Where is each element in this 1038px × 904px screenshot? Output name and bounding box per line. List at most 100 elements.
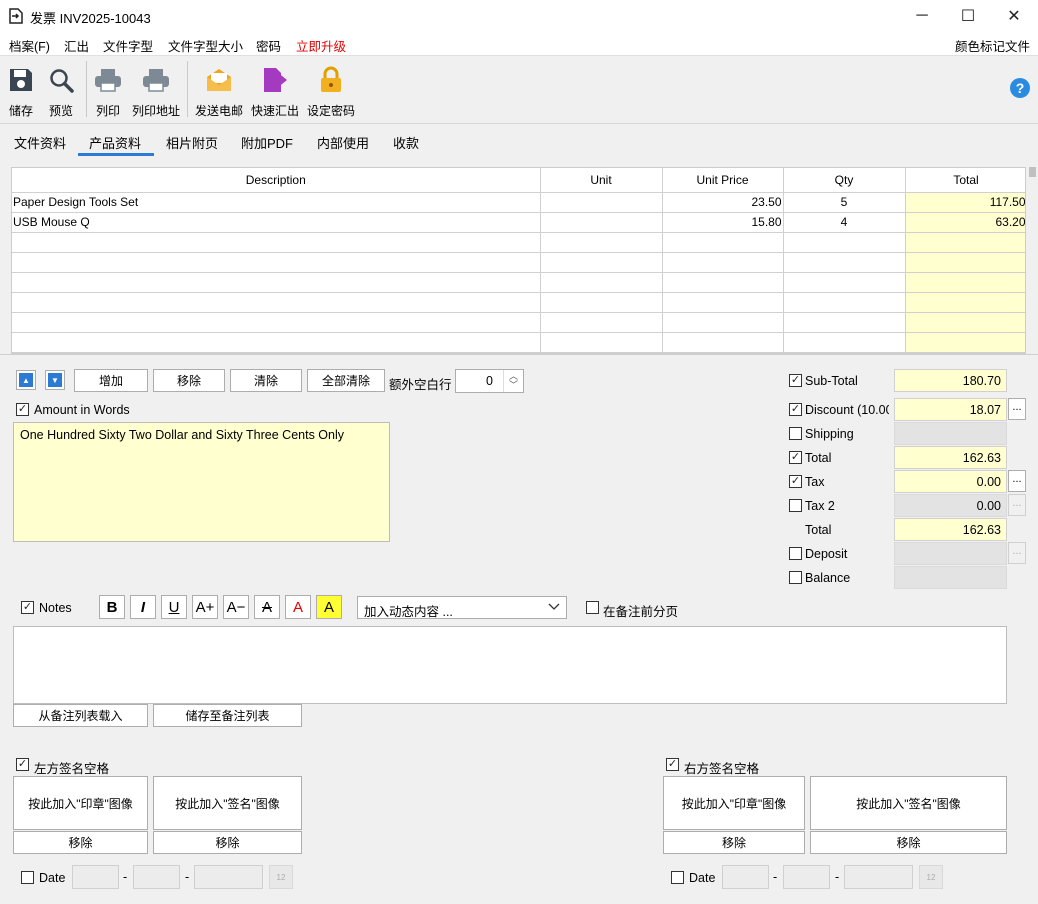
notes-editor[interactable] [13,626,1007,704]
font-color-button[interactable]: A [285,595,311,619]
tax2-options-button[interactable]: ... [1008,494,1026,516]
menu-color-tag[interactable]: 颜色标记文件 [955,36,1030,55]
cell-unit-price[interactable]: 23.50 [662,192,784,213]
underline-button[interactable]: U [161,595,187,619]
cell-unit[interactable] [540,252,663,273]
discount-options-button[interactable]: ... [1008,398,1026,420]
strikethrough-button[interactable]: A [254,595,280,619]
tab-internal[interactable]: 内部使用 [317,133,369,152]
cell-description[interactable] [12,252,541,273]
move-down-button[interactable]: ▼ [45,370,65,390]
spinner-down-icon[interactable]: ﹀ [504,381,523,390]
right-signature-image-button[interactable]: 按此加入"签名"图像 [810,776,1007,830]
dynamic-content-dropdown[interactable]: 加入动态内容 ... [357,596,567,619]
cell-unit-price[interactable] [662,232,784,253]
tab-photos[interactable]: 相片附页 [166,133,218,152]
balance-checkbox[interactable] [789,571,802,584]
menu-upgrade[interactable]: 立即升级 [296,36,346,55]
cell-description[interactable]: USB Mouse Q [12,212,541,233]
cell-qty[interactable]: 5 [783,192,906,213]
cell-unit[interactable] [540,312,663,333]
subtotal-field[interactable]: 180.70 [894,369,1007,392]
right-date-month[interactable] [783,865,830,889]
shipping-field[interactable] [894,422,1007,445]
spinner-arrows[interactable]: ︿ ﹀ [503,370,523,392]
cell-total[interactable] [905,232,1025,253]
remove-row-button[interactable]: 移除 [153,369,225,392]
cell-unit-price[interactable] [662,272,784,293]
deposit-checkbox[interactable] [789,547,802,560]
cell-total[interactable]: 63.20 [905,212,1025,233]
menu-font[interactable]: 文件字型 [103,36,153,55]
table-row[interactable] [12,292,1025,313]
left-date-year[interactable] [194,865,263,889]
cell-qty[interactable] [783,272,906,293]
cell-unit[interactable] [540,332,663,353]
left-stamp-image-button[interactable]: 按此加入"印章"图像 [13,776,148,830]
move-up-button[interactable]: ▲ [16,370,36,390]
page-break-checkbox[interactable] [586,601,599,614]
total-field[interactable]: 162.63 [894,446,1007,469]
amount-in-words-text[interactable]: One Hundred Sixty Two Dollar and Sixty T… [13,422,390,542]
right-date-year[interactable] [844,865,913,889]
add-row-button[interactable]: 增加 [74,369,148,392]
cell-unit-price[interactable] [662,332,784,353]
right-date-day[interactable] [722,865,769,889]
cell-unit-price[interactable] [662,252,784,273]
col-header-description[interactable]: Description [12,168,541,193]
menu-file[interactable]: 档案(F) [9,36,50,55]
cell-description[interactable]: Paper Design Tools Set [12,192,541,213]
send-email-button[interactable]: 发送电邮 [193,61,245,121]
cell-description[interactable] [12,312,541,333]
product-grid[interactable]: Description Unit Unit Price Qty Total Pa… [11,167,1026,354]
quick-export-button[interactable]: 快速汇出 [249,61,301,121]
font-bigger-button[interactable]: A+ [192,595,218,619]
tab-payments[interactable]: 收款 [393,133,419,152]
left-date-checkbox[interactable] [21,871,34,884]
cell-qty[interactable] [783,232,906,253]
close-button[interactable]: ✕ [991,0,1037,31]
cell-description[interactable] [12,272,541,293]
left-signature-image-button[interactable]: 按此加入"签名"图像 [153,776,302,830]
cell-unit-price[interactable]: 15.80 [662,212,784,233]
cell-total[interactable] [905,252,1025,273]
deposit-field[interactable] [894,542,1007,565]
highlight-button[interactable]: A [316,595,342,619]
cell-qty[interactable] [783,312,906,333]
left-date-month[interactable] [133,865,180,889]
menu-export[interactable]: 汇出 [64,36,89,55]
tab-products[interactable]: 产品资料 [89,133,141,152]
left-stamp-remove-button[interactable]: 移除 [13,831,148,854]
print-address-button[interactable]: 列印地址 [130,61,182,121]
table-row[interactable] [12,312,1025,333]
table-row[interactable] [12,272,1025,293]
grand-total-field[interactable]: 162.63 [894,518,1007,541]
cell-description[interactable] [12,292,541,313]
preview-button[interactable]: 预览 [44,61,78,121]
extra-blank-rows-spinner[interactable]: 0 ︿ ﹀ [455,369,524,393]
right-stamp-image-button[interactable]: 按此加入"印章"图像 [663,776,805,830]
cell-unit[interactable] [540,292,663,313]
bold-button[interactable]: B [99,595,125,619]
cell-total[interactable] [905,292,1025,313]
cell-total[interactable]: 117.50 [905,192,1025,213]
save-notes-button[interactable]: 储存至备注列表 [153,704,302,727]
table-row[interactable]: Paper Design Tools Set 23.50 5 117.50 [12,192,1025,213]
font-smaller-button[interactable]: A− [223,595,249,619]
tax-checkbox[interactable]: ✓ [789,475,802,488]
cell-qty[interactable] [783,292,906,313]
table-row[interactable] [12,252,1025,273]
scrollbar-thumb[interactable] [1029,167,1036,177]
save-button[interactable]: 储存 [4,61,38,121]
tax2-field[interactable]: 0.00 [894,494,1007,517]
cell-unit-price[interactable] [662,312,784,333]
right-signature-checkbox[interactable]: ✓ [666,758,679,771]
cell-description[interactable] [12,232,541,253]
cell-unit[interactable] [540,192,663,213]
col-header-unit[interactable]: Unit [540,168,663,193]
right-signature-remove-button[interactable]: 移除 [810,831,1007,854]
col-header-total[interactable]: Total [905,168,1025,193]
right-date-checkbox[interactable] [671,871,684,884]
left-signature-remove-button[interactable]: 移除 [153,831,302,854]
subtotal-checkbox[interactable]: ✓ [789,374,802,387]
